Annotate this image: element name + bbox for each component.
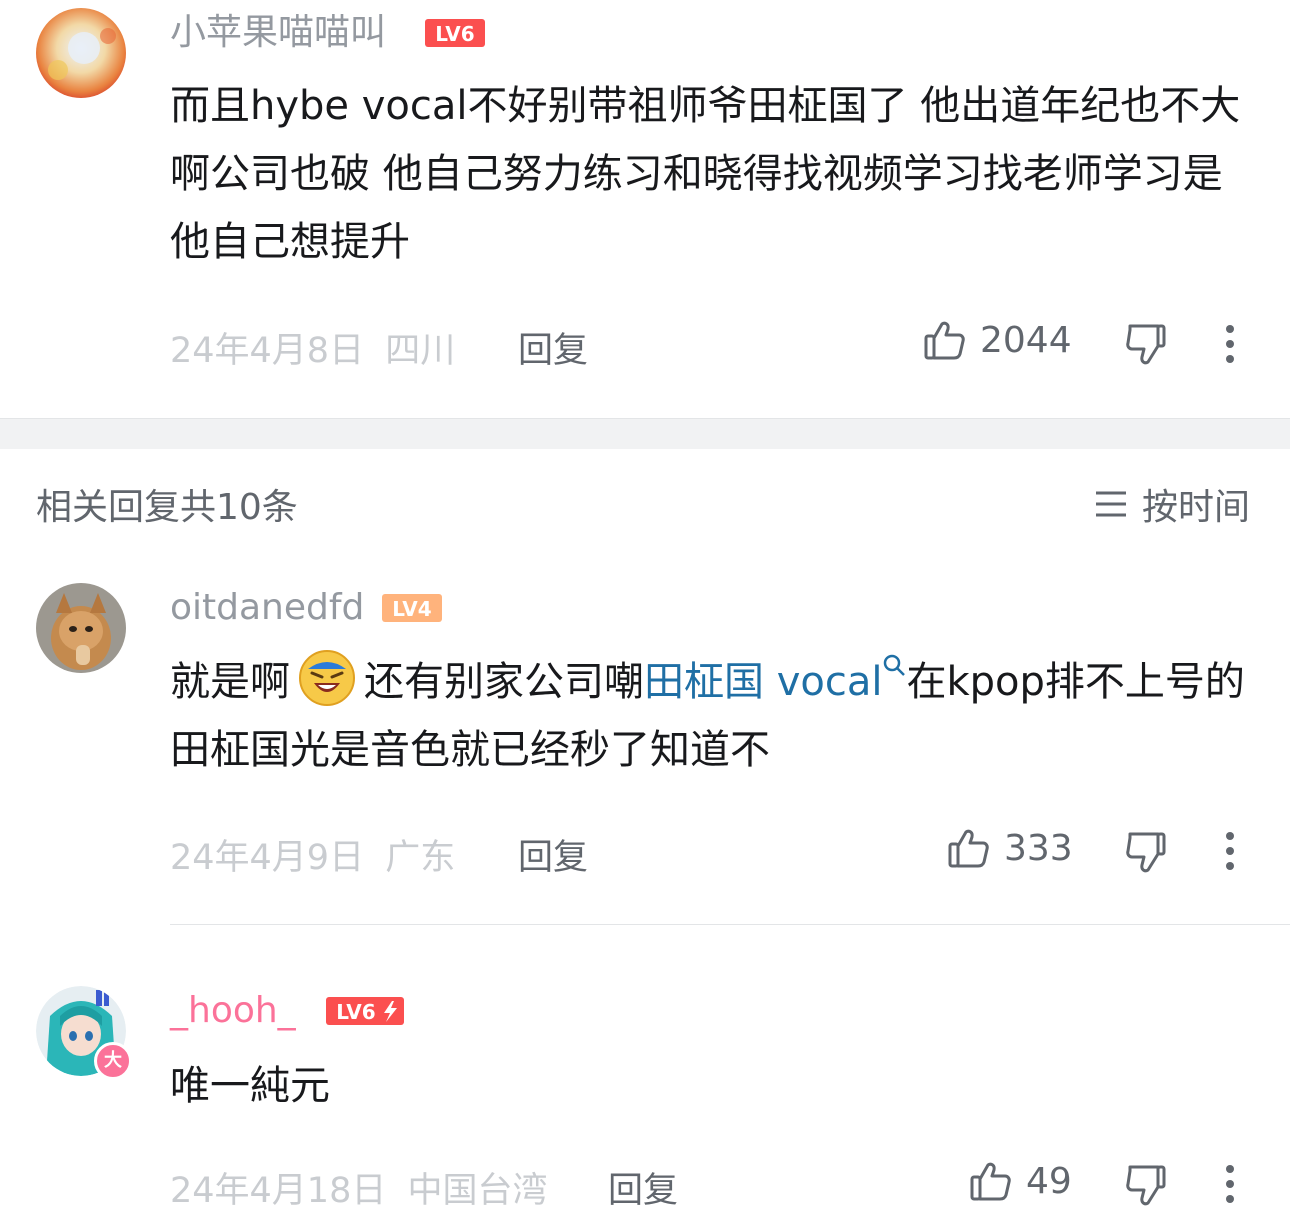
reply-button[interactable]: 回复: [518, 829, 588, 880]
comment-location: 中国台湾: [407, 1171, 548, 1211]
username[interactable]: 小苹果喵喵叫: [170, 11, 386, 55]
comment-location: 广东: [385, 838, 456, 878]
svg-text:LV4: LV4: [392, 597, 431, 621]
comment-text: 而且hybe vocal不好别带祖师爷田柾国了 他出道年纪也不大啊公司也破 他自…: [170, 83, 1241, 265]
search-icon[interactable]: [882, 653, 906, 677]
comment-date: 24年4月18日: [170, 1171, 387, 1211]
level-badge-lv6: LV6: [326, 997, 404, 1025]
like-count: 333: [1004, 827, 1073, 869]
svg-text:LV6: LV6: [336, 1000, 375, 1024]
like-count: 2044: [980, 319, 1072, 361]
replies-count-header: 相关回复共10条: [36, 487, 298, 528]
avatar[interactable]: 大: [36, 986, 132, 1080]
avatar-badge: 大: [94, 1042, 132, 1080]
more-options-icon[interactable]: [1220, 324, 1240, 364]
more-options-icon[interactable]: [1220, 1164, 1240, 1204]
comment-meta: 24年4月8日 四川: [170, 322, 455, 373]
thumbs-down-icon[interactable]: [1124, 830, 1168, 874]
username[interactable]: _hooh_: [170, 989, 296, 1033]
reply-button[interactable]: 回复: [518, 322, 588, 373]
comment-text: 唯一純元: [170, 1063, 330, 1109]
thumbs-up-icon: [970, 1162, 1011, 1201]
like-button[interactable]: 333: [946, 826, 1073, 870]
comment-text-part: 还有别家公司嘲: [364, 659, 644, 705]
comment-location: 四川: [385, 331, 456, 371]
like-count: 49: [1026, 1160, 1072, 1202]
thumbs-down-icon[interactable]: [1124, 1163, 1168, 1207]
username[interactable]: oitdanedfd: [170, 586, 364, 630]
comment-text: 就是啊 还有别家公司嘲田柾国 vocal 在kpop排不上号的 田柾国光是音色就…: [170, 648, 1260, 784]
comment-meta: 24年4月18日 中国台湾: [170, 1162, 548, 1213]
search-link[interactable]: 田柾国 vocal: [644, 659, 882, 705]
comment-date: 24年4月9日: [170, 838, 365, 878]
comment-meta: 24年4月9日 广东: [170, 829, 455, 880]
reply-button[interactable]: 回复: [608, 1162, 678, 1213]
thumbs-up-icon: [924, 321, 965, 360]
more-options-icon[interactable]: [1220, 831, 1240, 871]
svg-text:LV6: LV6: [435, 22, 474, 46]
thumbs-up-icon: [948, 829, 989, 868]
laughing-emoji-icon: [299, 650, 355, 706]
thumbs-down-icon[interactable]: [1124, 322, 1168, 366]
like-button[interactable]: 49: [968, 1159, 1072, 1203]
level-badge-lv6: LV6: [425, 19, 485, 47]
comment-date: 24年4月8日: [170, 331, 365, 371]
comment-divider: [170, 924, 1290, 925]
sort-by-time-button[interactable]: 按时间: [1094, 478, 1250, 530]
sort-label: 按时间: [1141, 487, 1250, 528]
like-button[interactable]: 2044: [922, 318, 1072, 362]
avatar[interactable]: [36, 583, 126, 673]
avatar[interactable]: [36, 8, 126, 98]
section-divider: [0, 418, 1290, 449]
comment-text-part: 就是啊: [170, 659, 290, 705]
level-badge-lv4: LV4: [382, 594, 442, 622]
sort-lines-icon: [1095, 491, 1126, 517]
